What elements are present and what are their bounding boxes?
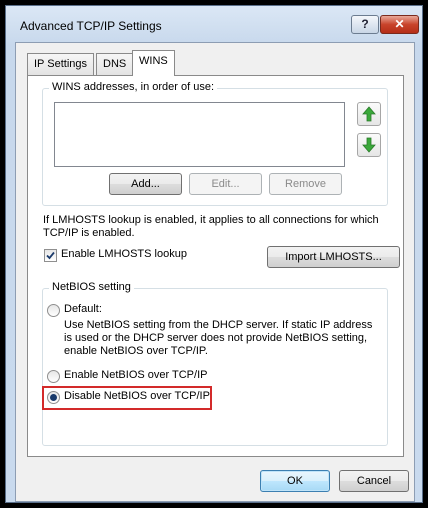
tab-ip-settings[interactable]: IP Settings <box>27 53 94 75</box>
remove-button[interactable]: Remove <box>269 173 342 195</box>
move-down-button[interactable] <box>357 133 381 157</box>
netbios-default-desc-3: enable NetBIOS over TCP/IP. <box>64 345 208 357</box>
wins-address-list[interactable] <box>54 102 345 167</box>
netbios-group-label: NetBIOS setting <box>49 281 134 293</box>
dialog-window: Advanced TCP/IP Settings ? ✕ IP Settings… <box>0 0 428 508</box>
netbios-default-desc-2: is used or the DHCP server does not prov… <box>64 332 368 344</box>
help-button[interactable]: ? <box>351 15 379 34</box>
import-lmhosts-button[interactable]: Import LMHOSTS... <box>267 246 400 268</box>
dialog-client-area: IP Settings DNS WINS WINS addresses, in … <box>15 42 415 502</box>
netbios-default-desc-1: Use NetBIOS setting from the DHCP server… <box>64 319 373 331</box>
edit-button[interactable]: Edit... <box>189 173 262 195</box>
window-title: Advanced TCP/IP Settings <box>20 19 162 33</box>
arrow-down-icon <box>362 137 376 153</box>
close-button[interactable]: ✕ <box>380 15 419 34</box>
lmhosts-info-line1: If LMHOSTS lookup is enabled, it applies… <box>43 214 379 226</box>
ok-button[interactable]: OK <box>260 470 330 492</box>
netbios-enable-label[interactable]: Enable NetBIOS over TCP/IP <box>64 369 207 381</box>
wins-addresses-group: WINS addresses, in order of use: Add... … <box>42 81 388 206</box>
arrow-up-icon <box>362 106 376 122</box>
cancel-button[interactable]: Cancel <box>339 470 409 492</box>
window-frame: Advanced TCP/IP Settings ? ✕ IP Settings… <box>5 5 423 503</box>
netbios-enable-radio[interactable] <box>47 370 60 383</box>
netbios-default-radio[interactable] <box>47 304 60 317</box>
wins-tab-panel: WINS addresses, in order of use: Add... … <box>27 75 404 457</box>
netbios-group: NetBIOS setting Default: Use NetBIOS set… <box>42 281 388 446</box>
netbios-disable-radio[interactable] <box>47 391 60 404</box>
tab-wins[interactable]: WINS <box>132 50 175 76</box>
netbios-default-label[interactable]: Default: <box>64 303 102 315</box>
lmhosts-info-line2: TCP/IP is enabled. <box>43 227 135 239</box>
tab-dns[interactable]: DNS <box>96 53 134 75</box>
checkmark-icon <box>46 251 55 260</box>
netbios-disable-label[interactable]: Disable NetBIOS over TCP/IP <box>64 390 210 402</box>
radio-selected-dot <box>50 394 57 401</box>
enable-lmhosts-checkbox[interactable] <box>44 249 57 262</box>
enable-lmhosts-label[interactable]: Enable LMHOSTS lookup <box>61 248 187 260</box>
add-button[interactable]: Add... <box>109 173 182 195</box>
move-up-button[interactable] <box>357 102 381 126</box>
wins-group-label: WINS addresses, in order of use: <box>49 81 218 93</box>
